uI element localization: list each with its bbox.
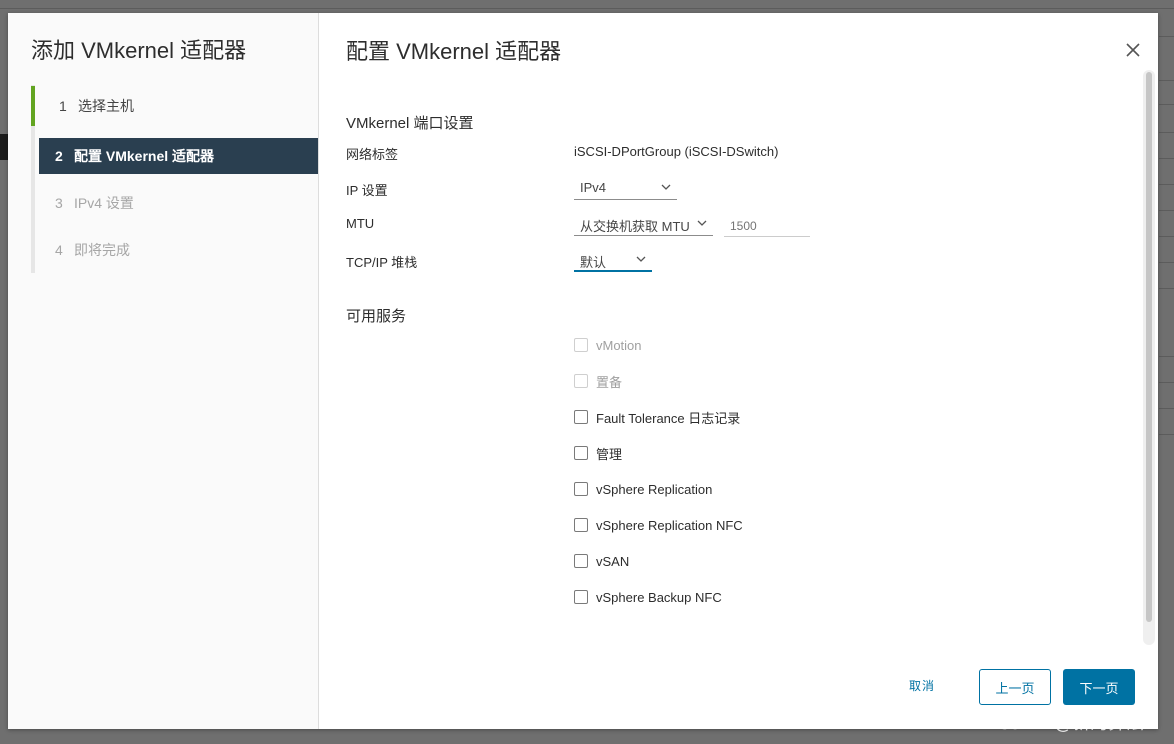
network-label-value: iSCSI-DPortGroup (iSCSI-DSwitch) — [574, 144, 779, 159]
step-ready-to-complete[interactable]: 4 即将完成 — [31, 232, 318, 268]
chevron-down-icon — [636, 256, 646, 262]
next-button[interactable]: 下一页 — [1063, 669, 1135, 705]
add-vmkernel-modal: 添加 VMkernel 适配器 1 选择主机 2 配置 VMkernel 适配器… — [8, 13, 1158, 729]
checkbox — [574, 338, 588, 352]
step-configure-adapter[interactable]: 2 配置 VMkernel 适配器 — [39, 138, 318, 174]
wizard-title: 添加 VMkernel 适配器 — [31, 38, 247, 63]
service-vsan[interactable]: vSAN — [574, 552, 629, 570]
service-vsphere-replication[interactable]: vSphere Replication — [574, 480, 712, 498]
service-label: vMotion — [596, 337, 642, 353]
step-label: 即将完成 — [74, 242, 130, 258]
mtu-select[interactable]: 从交换机获取 MTU — [574, 214, 713, 236]
step-label: 选择主机 — [78, 98, 134, 114]
mtu-label: MTU — [346, 216, 375, 231]
service-label: Fault Tolerance 日志记录 — [596, 410, 741, 426]
scrollbar[interactable] — [1143, 70, 1155, 645]
checkbox[interactable] — [574, 410, 588, 424]
service-fault-tolerance[interactable]: Fault Tolerance 日志记录 — [574, 408, 740, 426]
service-label: vSphere Backup NFC — [596, 589, 722, 605]
service-label: 管理 — [596, 446, 623, 462]
watermark: CSDN @新的算法 — [997, 713, 1145, 734]
checkbox[interactable] — [574, 590, 588, 604]
service-label: vSAN — [596, 553, 630, 569]
service-provisioning: 置备 — [574, 372, 622, 390]
step-label: 配置 VMkernel 适配器 — [74, 148, 215, 164]
checkbox[interactable] — [574, 482, 588, 496]
backdrop-right-grid — [1159, 0, 1174, 744]
chevron-down-icon — [697, 220, 707, 226]
checkbox[interactable] — [574, 554, 588, 568]
ip-settings-select[interactable]: IPv4 — [574, 178, 677, 200]
step-number: 2 — [55, 148, 63, 164]
service-vsphere-backup-nfc[interactable]: vSphere Backup NFC — [574, 588, 722, 606]
step-number: 3 — [55, 195, 63, 211]
cancel-button[interactable]: 取消 — [909, 677, 935, 694]
checkbox[interactable] — [574, 518, 588, 532]
service-management[interactable]: 管理 — [574, 444, 622, 462]
mtu-input[interactable] — [724, 215, 810, 237]
close-button[interactable] — [1122, 39, 1144, 61]
ip-settings-label: IP 设置 — [346, 183, 388, 198]
chevron-down-icon — [661, 184, 671, 190]
ip-settings-value: IPv4 — [580, 180, 607, 195]
network-label-label: 网络标签 — [346, 147, 399, 162]
service-vsphere-replication-nfc[interactable]: vSphere Replication NFC — [574, 516, 743, 534]
mtu-select-value: 从交换机获取 MTU — [580, 219, 690, 234]
step-ipv4-settings[interactable]: 3 IPv4 设置 — [31, 185, 318, 221]
step-number: 4 — [55, 242, 63, 258]
scrollbar-thumb[interactable] — [1146, 72, 1152, 622]
content-pane: 配置 VMkernel 适配器 VMkernel 端口设置 网络标签 iSCSI… — [319, 13, 1158, 729]
step-number: 1 — [59, 98, 67, 114]
service-label: vSphere Replication — [596, 481, 713, 497]
service-label: vSphere Replication NFC — [596, 517, 743, 533]
wizard-nav: 添加 VMkernel 适配器 1 选择主机 2 配置 VMkernel 适配器… — [8, 13, 319, 729]
tcpip-stack-label: TCP/IP 堆栈 — [346, 255, 418, 270]
page-title: 配置 VMkernel 适配器 — [346, 39, 562, 64]
tcpip-stack-select[interactable]: 默认 — [574, 250, 652, 272]
back-button[interactable]: 上一页 — [979, 669, 1051, 705]
checkbox[interactable] — [574, 446, 588, 460]
port-settings-title: VMkernel 端口设置 — [346, 115, 474, 132]
step-select-host[interactable]: 1 选择主机 — [31, 86, 318, 126]
tcpip-stack-value: 默认 — [580, 255, 607, 270]
services-title: 可用服务 — [346, 308, 407, 325]
checkbox — [574, 374, 588, 388]
close-icon — [1126, 43, 1140, 57]
service-label: 置备 — [596, 374, 623, 390]
step-label: IPv4 设置 — [74, 195, 134, 211]
service-vmotion: vMotion — [574, 336, 642, 354]
backdrop-dark-bar — [0, 134, 8, 160]
